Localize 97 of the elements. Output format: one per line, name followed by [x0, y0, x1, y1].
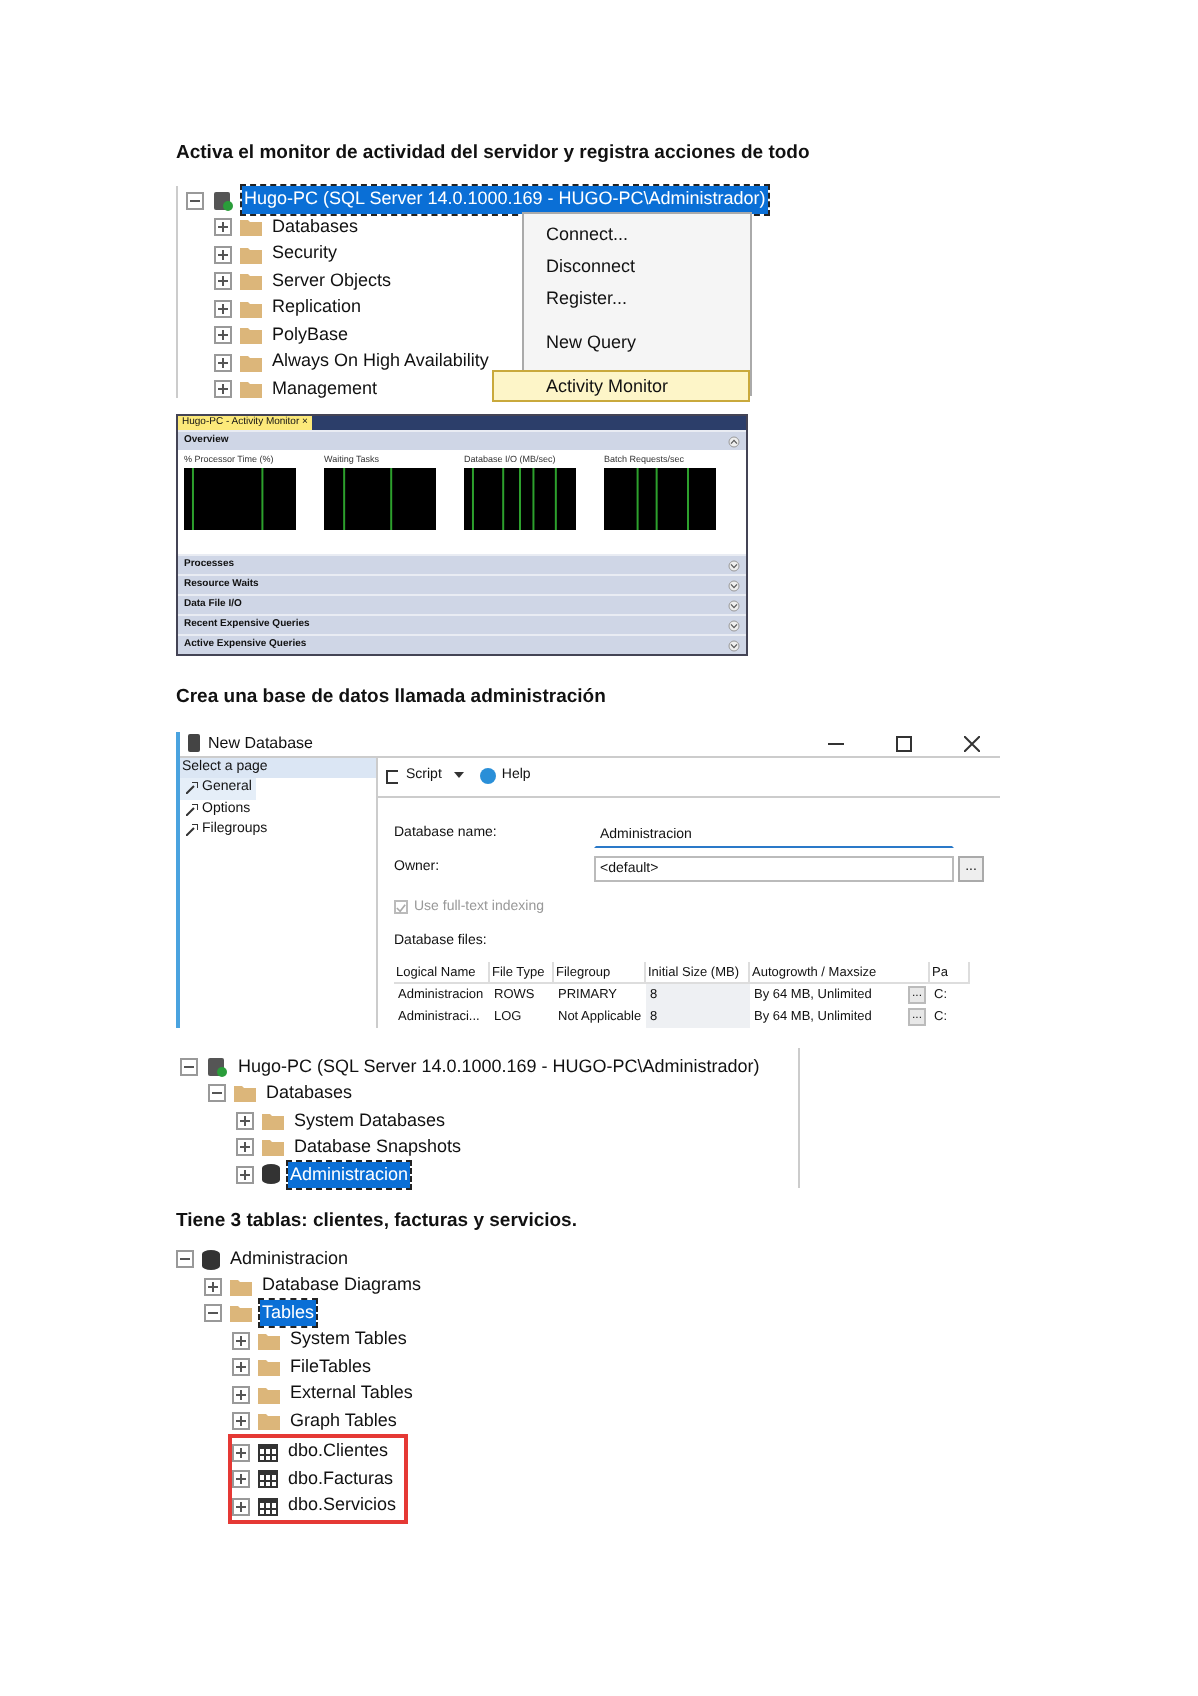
dialog-title: New Database	[208, 731, 313, 755]
instruction-heading: Crea una base de datos llamada administración	[176, 684, 608, 713]
tree-item[interactable]: dbo.Facturas	[286, 1465, 396, 1493]
server-icon	[212, 189, 234, 211]
tree-item[interactable]: Graph Tables	[288, 1407, 399, 1435]
expand-icon[interactable]	[236, 1111, 254, 1130]
collapse-icon[interactable]	[176, 1250, 194, 1268]
expand-icon[interactable]	[232, 1385, 250, 1403]
tree-item[interactable]: Hugo-PC (SQL Server 14.0.1000.169 - HUGO-PC\Administrador)	[242, 186, 768, 214]
collapse-icon[interactable]	[180, 1057, 198, 1076]
tree-item[interactable]: FileTables	[288, 1353, 374, 1381]
activity-chart-drawing	[324, 468, 436, 530]
folder-icon	[234, 1084, 256, 1103]
activity-chart-drawing	[464, 468, 576, 530]
table-grid-icon	[258, 1443, 278, 1461]
folder-icon	[240, 353, 262, 371]
activity-chart-drawing	[184, 468, 296, 530]
tree-item[interactable]: Administracion	[288, 1161, 411, 1188]
menu-item[interactable]: Activity Monitor	[492, 370, 750, 403]
folder-icon	[240, 272, 262, 290]
folder-icon	[230, 1277, 252, 1295]
menu-item[interactable]: Register...	[540, 282, 750, 315]
table-grid-icon	[258, 1470, 278, 1488]
tree-item[interactable]: Management	[270, 375, 380, 403]
database-icon	[188, 734, 200, 752]
expand-icon[interactable]	[214, 326, 232, 344]
tree-item[interactable]: Security	[270, 240, 340, 268]
expand-icon[interactable]	[214, 218, 232, 236]
server-icon	[206, 1055, 228, 1078]
expand-icon[interactable]	[232, 1331, 250, 1349]
tree-item[interactable]: Hugo-PC (SQL Server 14.0.1000.169 - HUGO-PC\Administrador)	[236, 1053, 762, 1080]
chevron-icon[interactable]	[728, 559, 740, 572]
table-grid-icon	[258, 1497, 278, 1515]
expand-icon[interactable]	[232, 1497, 250, 1515]
tree-item[interactable]: PolyBase	[270, 321, 351, 349]
chevron-icon[interactable]	[728, 639, 740, 652]
collapse-icon[interactable]	[208, 1084, 226, 1103]
tree-item[interactable]: System Tables	[288, 1326, 409, 1354]
expand-icon[interactable]	[204, 1277, 222, 1295]
expand-icon[interactable]	[232, 1443, 250, 1461]
tree-item[interactable]: Database Snapshots	[292, 1134, 464, 1161]
folder-icon	[230, 1304, 252, 1322]
expand-icon[interactable]	[214, 380, 232, 398]
tree-item[interactable]: Database Diagrams	[260, 1272, 424, 1300]
wrench-icon	[186, 824, 198, 837]
tree-item[interactable]: Databases	[270, 213, 361, 241]
close-icon[interactable]	[964, 735, 980, 751]
database-icon	[262, 1164, 280, 1185]
folder-icon	[262, 1138, 284, 1157]
wrench-icon	[186, 782, 198, 795]
expand-icon[interactable]	[214, 272, 232, 290]
chevron-icon[interactable]	[728, 599, 740, 612]
collapse-icon[interactable]	[204, 1304, 222, 1322]
database-icon	[202, 1249, 220, 1269]
expand-icon[interactable]	[236, 1138, 254, 1157]
chevron-icon[interactable]	[728, 619, 740, 632]
expand-icon[interactable]	[236, 1165, 254, 1184]
folder-icon	[240, 218, 262, 236]
collapse-icon[interactable]	[186, 191, 204, 209]
menu-item[interactable]: New Query	[540, 326, 750, 359]
instruction-heading: Tiene 3 tablas: clientes, facturas y servicios.	[176, 1207, 579, 1235]
script-icon	[386, 769, 400, 783]
chevron-icon[interactable]	[728, 579, 740, 592]
expand-icon[interactable]	[214, 299, 232, 317]
tree-item[interactable]: System Databases	[292, 1107, 448, 1134]
tree-item[interactable]: dbo.Clientes	[286, 1438, 391, 1466]
expand-icon[interactable]	[232, 1470, 250, 1488]
tree-item[interactable]: Replication	[270, 294, 364, 322]
folder-icon	[240, 299, 262, 317]
menu-item[interactable]: Disconnect	[540, 250, 750, 283]
folder-icon	[262, 1111, 284, 1130]
tree-item[interactable]: dbo.Servicios	[286, 1492, 399, 1520]
activity-chart-drawing	[604, 468, 716, 530]
folder-icon	[240, 326, 262, 344]
tree-item[interactable]: Databases	[264, 1080, 355, 1107]
tree-item[interactable]: Server Objects	[270, 267, 394, 295]
help-icon	[479, 768, 496, 784]
expand-icon[interactable]	[232, 1412, 250, 1430]
instruction-heading: Activa el monitor de actividad del servidor y registra acciones de todo	[176, 140, 812, 168]
expand-icon[interactable]	[214, 353, 232, 371]
menu-item[interactable]: Connect...	[540, 218, 750, 251]
tree-item[interactable]: Tables	[260, 1299, 317, 1327]
tree-item[interactable]: External Tables	[288, 1380, 415, 1408]
folder-icon	[258, 1358, 280, 1376]
folder-icon	[240, 380, 262, 398]
chevron-icon[interactable]	[728, 435, 740, 448]
folder-icon	[258, 1331, 280, 1349]
tree-item[interactable]: Administracion	[228, 1245, 351, 1273]
maximize-icon[interactable]	[896, 735, 912, 751]
folder-icon	[258, 1385, 280, 1403]
expand-icon[interactable]	[214, 245, 232, 263]
expand-icon[interactable]	[232, 1358, 250, 1376]
wrench-icon	[186, 803, 198, 816]
folder-icon	[240, 245, 262, 263]
folder-icon	[258, 1412, 280, 1430]
caret-icon	[453, 772, 464, 780]
tree-item[interactable]: Always On High Availability	[270, 348, 491, 376]
